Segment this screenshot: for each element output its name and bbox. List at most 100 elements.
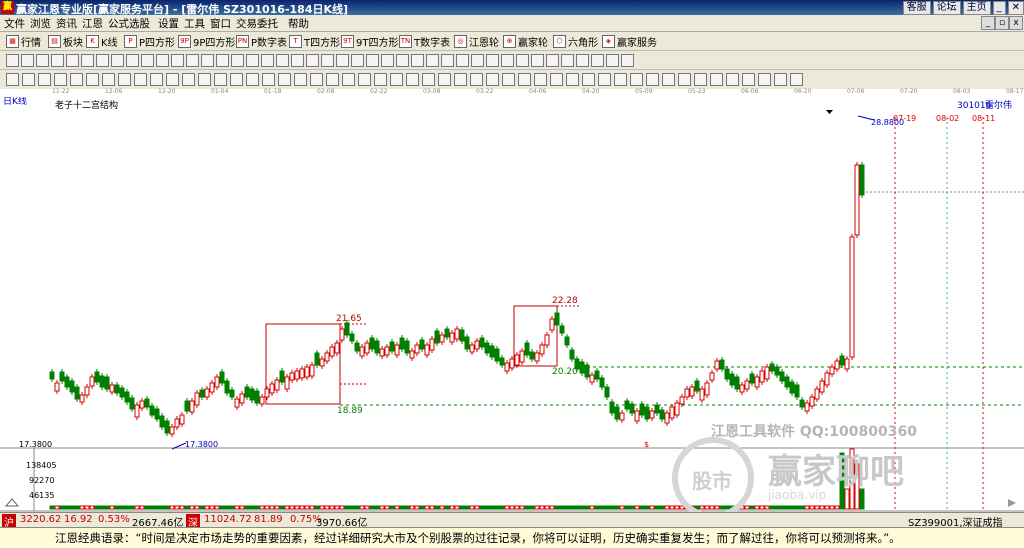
tb3-tool-30-icon[interactable] — [470, 73, 483, 86]
tb2-tool-10-icon[interactable] — [141, 54, 154, 67]
close-button[interactable]: ✕ — [1007, 1, 1024, 15]
tb2-tool-19-icon[interactable] — [276, 54, 289, 67]
menu-file[interactable]: 文件 — [4, 16, 25, 31]
tb3-tool-17-icon[interactable] — [262, 73, 275, 86]
tb2-tool-37-icon[interactable] — [546, 54, 559, 67]
tb3-tool-25-icon[interactable] — [390, 73, 403, 86]
kline-chart[interactable]: 日K线 老子十二宫结构 301016 雷尔伟 17.3800 07-19 08-02 08-1… — [0, 97, 1024, 519]
tb2-tool-35-icon[interactable] — [516, 54, 529, 67]
tb3-tool-12-icon[interactable] — [182, 73, 195, 86]
mdi-close-button[interactable]: x — [1009, 16, 1023, 30]
tb3-tool-14-icon[interactable] — [214, 73, 227, 86]
tb2-tool-38-icon[interactable] — [561, 54, 574, 67]
tool-winner-service[interactable]: ◈ 赢家服务 — [602, 34, 657, 49]
tb3-tool-21-icon[interactable] — [326, 73, 339, 86]
tb3-tool-11-icon[interactable] — [166, 73, 179, 86]
tb3-tool-22-icon[interactable] — [342, 73, 355, 86]
menu-tools[interactable]: 工具 — [184, 16, 205, 31]
tb2-tool-32-icon[interactable] — [471, 54, 484, 67]
tb3-tool-27-icon[interactable] — [422, 73, 435, 86]
menu-formula[interactable]: 公式选股 — [108, 16, 150, 31]
tb3-tool-6-icon[interactable] — [86, 73, 99, 86]
tb2-tool-40-icon[interactable] — [591, 54, 604, 67]
tb2-tool-5-icon[interactable] — [66, 54, 79, 67]
menu-gann[interactable]: 江恩 — [82, 16, 103, 31]
mdi-restore-button[interactable]: ▫ — [995, 16, 1009, 30]
menu-info[interactable]: 资讯 — [56, 16, 77, 31]
tb2-tool-17-icon[interactable] — [246, 54, 259, 67]
minimize-button[interactable]: _ — [992, 1, 1006, 15]
tb2-tool-6-icon[interactable] — [81, 54, 94, 67]
tb3-tool-10-icon[interactable] — [150, 73, 163, 86]
tb2-tool-34-icon[interactable] — [501, 54, 514, 67]
tb3-tool-50-icon[interactable] — [790, 73, 803, 86]
menu-browse[interactable]: 浏览 — [30, 16, 51, 31]
menu-trade[interactable]: 交易委托 — [236, 16, 278, 31]
tb2-tool-28-icon[interactable] — [411, 54, 424, 67]
tb2-tool-27-icon[interactable] — [396, 54, 409, 67]
tool-p-square[interactable]: P P四方形 — [124, 34, 175, 49]
tb2-tool-25-icon[interactable] — [366, 54, 379, 67]
tb2-tool-1-icon[interactable] — [6, 54, 19, 67]
tb2-tool-41-icon[interactable] — [606, 54, 619, 67]
tb3-tool-5-icon[interactable] — [70, 73, 83, 86]
tb2-tool-30-icon[interactable] — [441, 54, 454, 67]
tb2-tool-39-icon[interactable] — [576, 54, 589, 67]
tb2-tool-3-icon[interactable] — [36, 54, 49, 67]
tb3-tool-3-icon[interactable] — [38, 73, 51, 86]
tb2-tool-29-icon[interactable] — [426, 54, 439, 67]
tb3-tool-40-icon[interactable] — [630, 73, 643, 86]
tb2-tool-16-icon[interactable] — [231, 54, 244, 67]
tb3-tool-39-icon[interactable] — [614, 73, 627, 86]
tb3-tool-35-icon[interactable] — [550, 73, 563, 86]
menu-window[interactable]: 窗口 — [210, 16, 231, 31]
tb3-tool-13-icon[interactable] — [198, 73, 211, 86]
tb2-tool-4-icon[interactable] — [51, 54, 64, 67]
tb3-tool-8-icon[interactable] — [118, 73, 131, 86]
tb2-tool-31-icon[interactable] — [456, 54, 469, 67]
tb2-tool-11-icon[interactable] — [156, 54, 169, 67]
tb3-tool-18-icon[interactable] — [278, 73, 291, 86]
tb3-tool-1-icon[interactable] — [6, 73, 19, 86]
tb2-tool-24-icon[interactable] — [351, 54, 364, 67]
tool-9p-square[interactable]: 9P 9P四方形 — [178, 34, 235, 49]
tool-t-table[interactable]: TN T数字表 — [399, 34, 450, 49]
tb3-tool-15-icon[interactable] — [230, 73, 243, 86]
tb3-tool-33-icon[interactable] — [518, 73, 531, 86]
tool-winner-wheel[interactable]: ⊕ 赢家轮 — [503, 34, 548, 49]
tb2-tool-26-icon[interactable] — [381, 54, 394, 67]
tool-hexagon[interactable]: ⬡ 六角形 — [553, 34, 598, 49]
link-forum[interactable]: 论坛 — [932, 1, 961, 15]
tb2-tool-15-icon[interactable] — [216, 54, 229, 67]
tb2-tool-8-icon[interactable] — [111, 54, 124, 67]
tb3-tool-4-icon[interactable] — [54, 73, 67, 86]
tb3-tool-36-icon[interactable] — [566, 73, 579, 86]
tb3-tool-9-icon[interactable] — [134, 73, 147, 86]
tb2-tool-13-icon[interactable] — [186, 54, 199, 67]
tb3-tool-24-icon[interactable] — [374, 73, 387, 86]
tb3-tool-2-icon[interactable] — [22, 73, 35, 86]
tb3-tool-16-icon[interactable] — [246, 73, 259, 86]
tb2-tool-20-icon[interactable] — [291, 54, 304, 67]
link-customer-service[interactable]: 客服 — [902, 1, 931, 15]
tb2-tool-22-icon[interactable] — [321, 54, 334, 67]
tool-quotes[interactable]: ▦ 行情 — [6, 34, 41, 49]
tb3-tool-47-icon[interactable] — [742, 73, 755, 86]
tb3-tool-31-icon[interactable] — [486, 73, 499, 86]
tb3-tool-38-icon[interactable] — [598, 73, 611, 86]
tb2-tool-2-icon[interactable] — [21, 54, 34, 67]
tb3-tool-7-icon[interactable] — [102, 73, 115, 86]
tool-9t-square[interactable]: 9T 9T四方形 — [341, 34, 398, 49]
tb2-tool-7-icon[interactable] — [96, 54, 109, 67]
tb3-tool-48-icon[interactable] — [758, 73, 771, 86]
tb3-tool-34-icon[interactable] — [534, 73, 547, 86]
tb2-tool-23-icon[interactable] — [336, 54, 349, 67]
mdi-minimize-button[interactable]: _ — [981, 16, 995, 30]
tb3-tool-20-icon[interactable] — [310, 73, 323, 86]
tb3-tool-45-icon[interactable] — [710, 73, 723, 86]
tool-p-table[interactable]: PN P数字表 — [236, 34, 287, 49]
tb3-tool-23-icon[interactable] — [358, 73, 371, 86]
tb2-tool-18-icon[interactable] — [261, 54, 274, 67]
tb2-tool-21-icon[interactable] — [306, 54, 319, 67]
tool-sectors[interactable]: ▤ 板块 — [48, 34, 83, 49]
